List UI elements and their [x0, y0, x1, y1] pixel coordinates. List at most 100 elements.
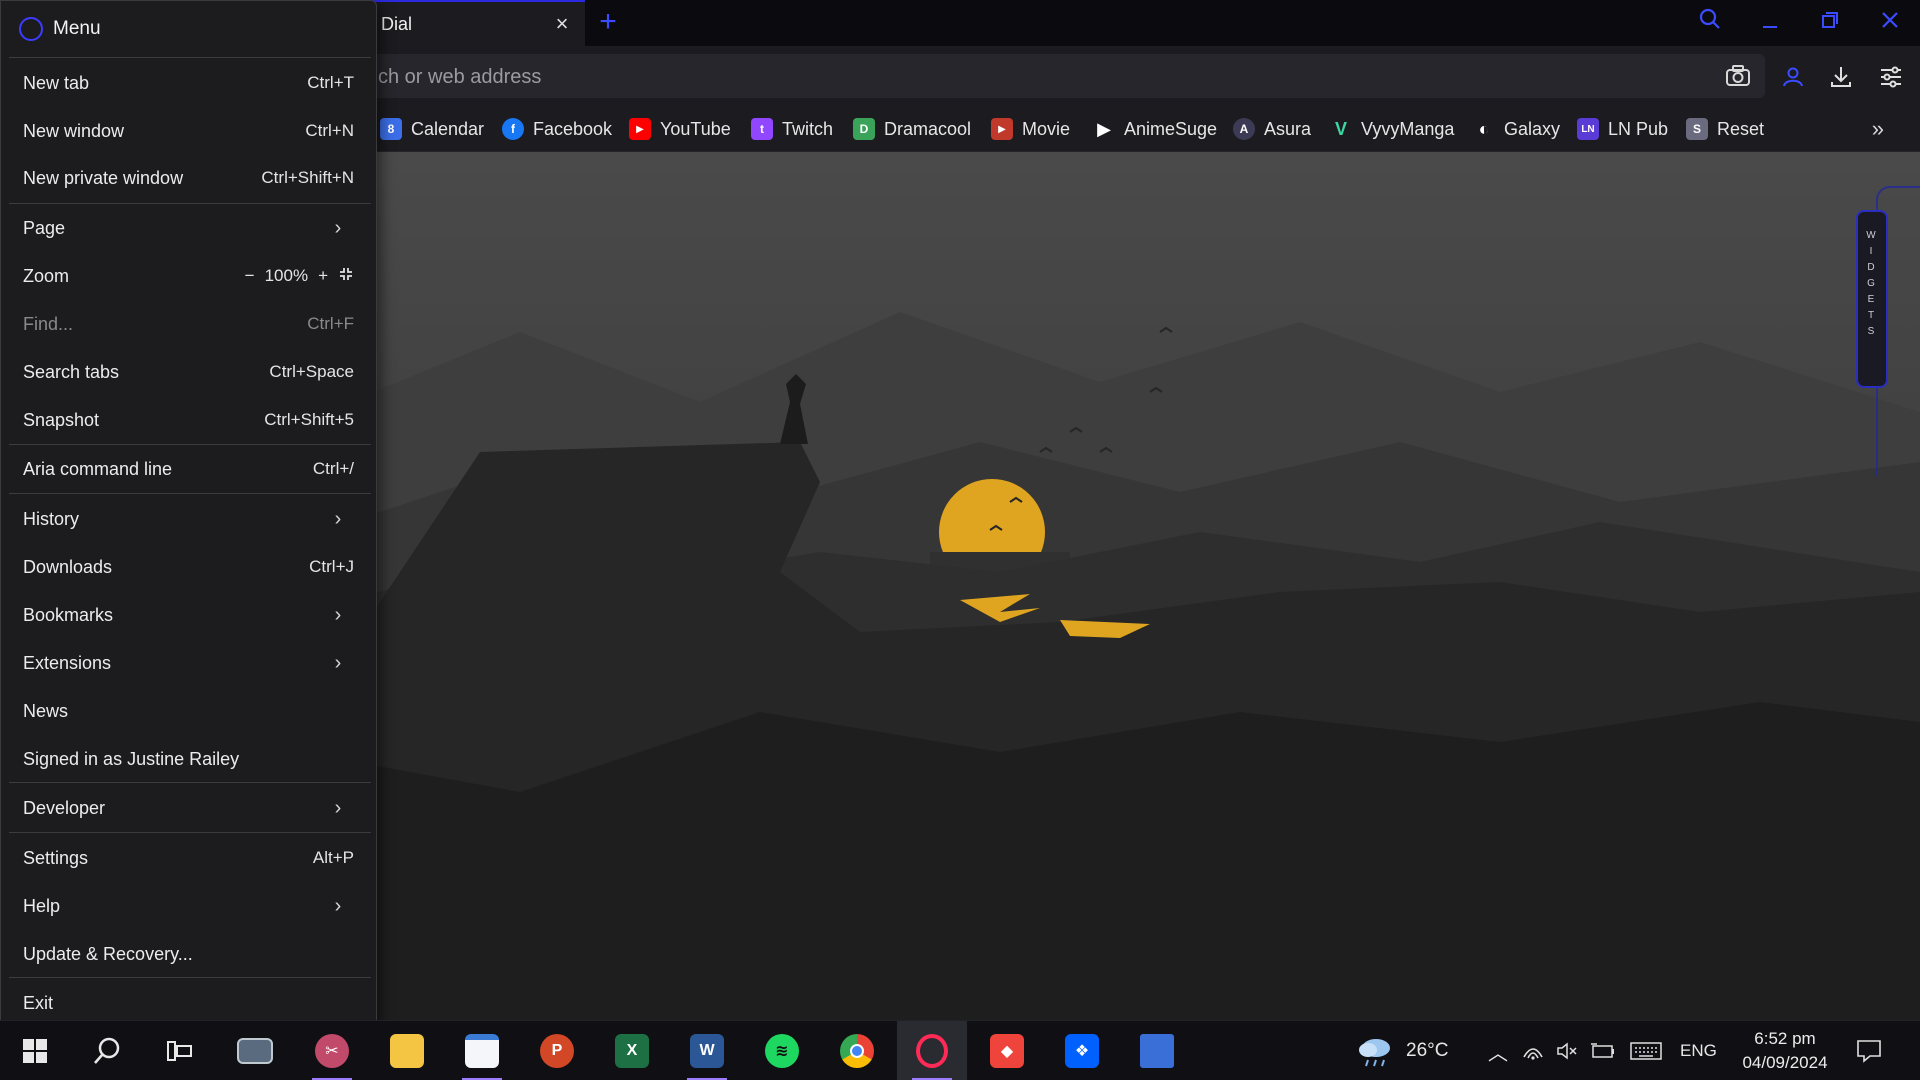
bookmark-vyvymanga[interactable]: V VyvyManga — [1330, 106, 1454, 152]
menu-separator — [9, 493, 371, 494]
taskbar-app-file-explorer[interactable] — [372, 1021, 442, 1080]
keyboard-icon — [1630, 1042, 1662, 1060]
menu-item-history[interactable]: History › — [1, 499, 378, 539]
chevron-right-icon: › — [334, 603, 342, 626]
zoom-out-button[interactable]: − — [245, 266, 255, 286]
taskbar-app-chrome[interactable] — [822, 1021, 892, 1080]
menu-item-snapshot[interactable]: Snapshot Ctrl+Shift+5 — [1, 400, 378, 440]
reset-icon: S — [1686, 118, 1708, 140]
bookmark-dramacool[interactable]: D Dramacool — [853, 106, 971, 152]
menu-separator — [9, 203, 371, 204]
screen: Dial × + ch or web address 8 Calendar f … — [0, 0, 1920, 1080]
restore-icon[interactable] — [1810, 6, 1850, 40]
bookmark-facebook[interactable]: f Facebook — [502, 106, 612, 152]
show-hidden-icons-button[interactable]: ︿ — [1488, 1021, 1508, 1080]
touch-keyboard-button[interactable] — [1630, 1021, 1662, 1080]
snapshot-camera-icon[interactable] — [1725, 64, 1751, 88]
menu-separator — [9, 57, 371, 58]
download-icon[interactable] — [1828, 64, 1854, 90]
tab-speed-dial[interactable]: Dial × — [365, 0, 585, 46]
input-language[interactable]: ENG — [1680, 1021, 1717, 1080]
notifications-button[interactable] — [1856, 1021, 1882, 1080]
menu-item-page[interactable]: Page › — [1, 208, 378, 248]
task-view-button[interactable] — [145, 1021, 215, 1080]
taskbar-app-notepad[interactable] — [447, 1021, 517, 1080]
minimize-icon[interactable] — [1750, 6, 1790, 40]
new-tab-plus-icon[interactable]: + — [594, 7, 622, 37]
taskbar-app-word[interactable]: W — [672, 1021, 742, 1080]
bookmark-movie[interactable]: ▶ Movie — [991, 106, 1070, 152]
word-icon: W — [690, 1034, 724, 1068]
calendar-icon: 8 — [380, 118, 402, 140]
network-status[interactable] — [1522, 1021, 1544, 1080]
clock[interactable]: 6:52 pm 04/09/2024 — [1730, 1027, 1840, 1075]
taskbar-app-powerpoint[interactable]: P — [522, 1021, 592, 1080]
search-tabs-icon[interactable] — [1690, 6, 1730, 40]
clock-time: 6:52 pm — [1754, 1029, 1816, 1048]
battery-icon — [1591, 1043, 1614, 1058]
close-tab-icon[interactable]: × — [551, 13, 573, 35]
close-window-icon[interactable] — [1870, 6, 1910, 40]
fullscreen-icon[interactable] — [338, 266, 354, 287]
menu-item-exit[interactable]: Exit — [1, 983, 378, 1023]
menu-item-new-private-window[interactable]: New private window Ctrl+Shift+N — [1, 158, 378, 198]
taskbar-app-dropbox[interactable]: ❖ — [1047, 1021, 1117, 1080]
menu-item-search-tabs[interactable]: Search tabs Ctrl+Space — [1, 352, 378, 392]
battery-status[interactable] — [1590, 1021, 1616, 1080]
taskbar-app-remote-desktop[interactable] — [1122, 1021, 1192, 1080]
zoom-in-button[interactable]: + — [318, 266, 328, 286]
chrome-icon — [840, 1034, 874, 1068]
windows-logo-icon — [23, 1039, 47, 1063]
chevron-right-icon: › — [334, 216, 342, 239]
widgets-panel-toggle[interactable]: W I D G E T S — [1856, 210, 1888, 388]
account-icon[interactable] — [1780, 64, 1806, 90]
taskbar-app-opera-gx[interactable] — [897, 1021, 967, 1080]
bookmark-animesuge[interactable]: ▶ AnimeSuge — [1093, 106, 1217, 152]
bookmark-lnpub[interactable]: LN LN Pub — [1577, 106, 1668, 152]
bookmark-galaxy[interactable]: ◐ Galaxy — [1473, 106, 1560, 152]
menu-separator — [9, 782, 371, 783]
start-button[interactable] — [0, 1021, 70, 1080]
menu-item-developer[interactable]: Developer › — [1, 788, 378, 828]
menu-item-settings[interactable]: Settings Alt+P — [1, 838, 378, 878]
menu-item-aria-command-line[interactable]: Aria command line Ctrl+/ — [1, 449, 378, 489]
menu-item-signed-in[interactable]: Signed in as Justine Railey — [1, 739, 378, 779]
zoom-controls: − 100% + — [245, 266, 354, 287]
menu-item-new-window[interactable]: New window Ctrl+N — [1, 111, 378, 151]
menu-item-help[interactable]: Help › — [1, 886, 378, 926]
menu-header[interactable]: Menu — [1, 1, 378, 57]
taskbar-app-excel[interactable]: X — [597, 1021, 667, 1080]
taskbar-app-spotify[interactable]: ≋ — [747, 1021, 817, 1080]
snipping-tool-icon: ✂ — [315, 1034, 349, 1068]
lnpub-icon: LN — [1577, 118, 1599, 140]
opera-logo-icon — [19, 17, 43, 41]
bookmark-twitch[interactable]: t Twitch — [751, 106, 833, 152]
menu-item-update-recovery[interactable]: Update & Recovery... — [1, 934, 378, 974]
menu-item-news[interactable]: News — [1, 691, 378, 731]
menu-item-downloads[interactable]: Downloads Ctrl+J — [1, 547, 378, 587]
bookmark-asura[interactable]: A Asura — [1233, 106, 1311, 152]
dramacool-icon: D — [853, 118, 875, 140]
more-bookmarks-icon[interactable]: » — [1872, 116, 1884, 142]
screen-app-icon — [237, 1038, 273, 1064]
galaxy-icon: ◐ — [1478, 118, 1490, 139]
menu-separator — [9, 444, 371, 445]
remote-desktop-icon — [1140, 1034, 1174, 1068]
easy-setup-icon[interactable] — [1878, 64, 1904, 90]
asura-icon: A — [1233, 118, 1255, 140]
address-field[interactable]: ch or web address — [360, 54, 1765, 98]
bookmark-youtube[interactable]: ▶ YouTube — [629, 106, 731, 152]
taskbar-search-button[interactable] — [72, 1021, 142, 1080]
menu-item-extensions[interactable]: Extensions › — [1, 643, 378, 683]
bookmark-reset[interactable]: S Reset — [1686, 106, 1764, 152]
weather-widget[interactable]: 26°C — [1356, 1021, 1448, 1080]
taskbar-app-anydesk[interactable]: ◆ — [972, 1021, 1042, 1080]
menu-item-find[interactable]: Find... Ctrl+F — [1, 304, 378, 344]
menu-item-bookmarks[interactable]: Bookmarks › — [1, 595, 378, 635]
menu-item-new-tab[interactable]: New tab Ctrl+T — [1, 63, 378, 103]
main-menu: Menu New tab Ctrl+T New window Ctrl+N New … — [0, 0, 377, 1032]
volume-status[interactable] — [1556, 1021, 1578, 1080]
taskbar-app-snipping[interactable]: ✂ — [297, 1021, 367, 1080]
bookmark-calendar[interactable]: 8 Calendar — [380, 106, 484, 152]
taskbar-app-screen[interactable] — [220, 1021, 290, 1080]
